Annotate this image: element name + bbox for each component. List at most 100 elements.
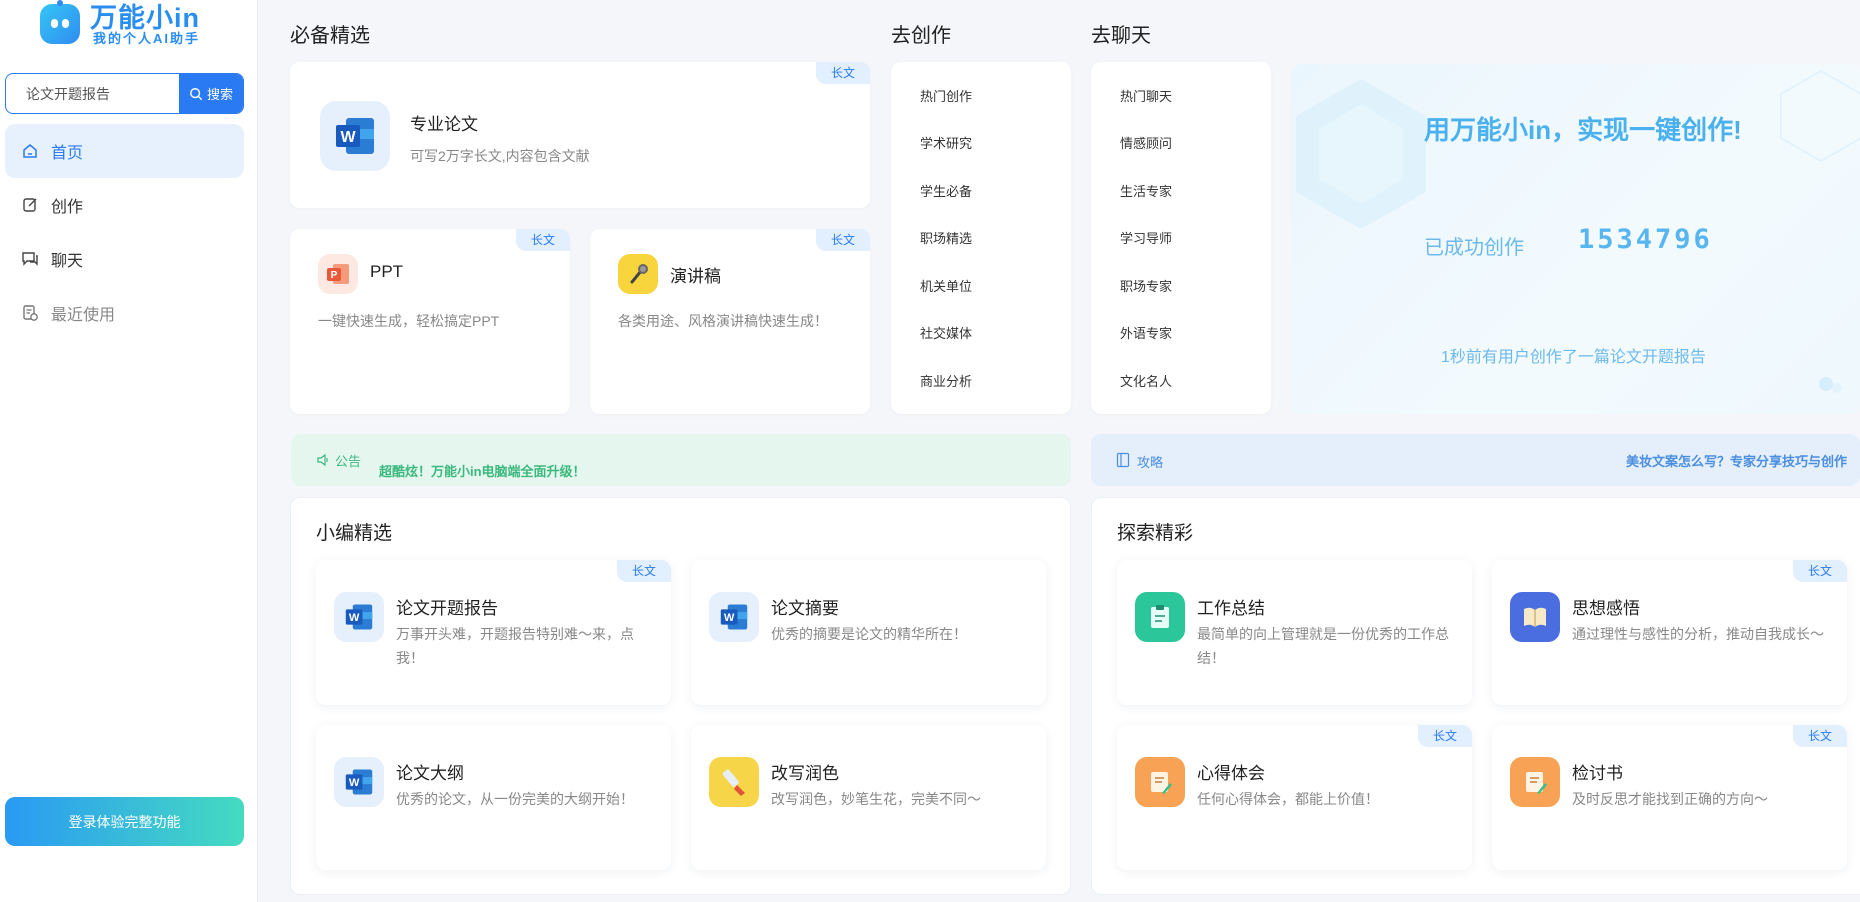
banner-count: 1534796 xyxy=(1578,224,1713,255)
card-desc: 一键快速生成，轻松搞定PPT xyxy=(318,313,500,329)
search-button-label: 搜索 xyxy=(206,87,233,102)
create-category-item[interactable]: 学生必备 xyxy=(920,181,972,200)
sidebar-item-label: 创作 xyxy=(51,199,84,216)
long-tag: 长文 xyxy=(1793,725,1847,747)
create-category-item[interactable]: 机关单位 xyxy=(920,276,972,295)
thesis-card[interactable]: 长文 W 专业论文 可写2万字长文,内容包含文献 xyxy=(290,62,870,208)
long-tag: 长文 xyxy=(617,560,671,582)
strategy-bar[interactable]: 攻略 美妆文案怎么写？专家分享技巧与创作 xyxy=(1091,434,1860,486)
section-title-create: 去创作 xyxy=(891,25,951,47)
card-title: 演讲稿 xyxy=(670,267,721,286)
edit-icon xyxy=(21,195,41,215)
svg-text:W: W xyxy=(349,777,360,789)
word-icon: W xyxy=(709,592,759,642)
svg-text:W: W xyxy=(349,612,360,624)
create-category-item[interactable]: 社交媒体 xyxy=(920,323,972,342)
notes-icon xyxy=(1135,757,1185,807)
app-logo[interactable]: 万能小in 我的个人AI助手 xyxy=(40,0,240,48)
chat-category-item[interactable]: 情感顾问 xyxy=(1120,133,1172,152)
card-title: 心得体会 xyxy=(1197,764,1265,783)
section-title-editor-picks: 小编精选 xyxy=(316,523,393,544)
long-tag: 长文 xyxy=(1793,560,1847,582)
sidebar-item-label: 最近使用 xyxy=(51,307,116,324)
create-category-item[interactable]: 职场精选 xyxy=(920,228,972,247)
svg-text:W: W xyxy=(340,129,356,146)
sidebar-item-chat[interactable]: 聊天 xyxy=(5,232,244,286)
login-button[interactable]: 登录体验完整功能 xyxy=(5,797,244,846)
section-title-essentials: 必备精选 xyxy=(290,25,370,47)
svg-text:W: W xyxy=(724,612,735,624)
logo-title: 万能小in xyxy=(90,3,200,33)
sidebar-item-label: 聊天 xyxy=(51,253,84,270)
sidebar-nav: 首页 创作 聊天 最近使用 xyxy=(5,124,244,340)
chat-category-item[interactable]: 职场专家 xyxy=(1120,276,1172,295)
long-tag: 长文 xyxy=(816,62,870,84)
explore-card[interactable]: 长文 检讨书 及时反思才能找到正确的方向～ xyxy=(1492,725,1847,870)
search-input[interactable] xyxy=(6,74,178,113)
book-icon xyxy=(1116,452,1130,468)
editor-pick-card[interactable]: 改写润色 改写润色，妙笔生花，完美不同～ xyxy=(691,725,1046,870)
strategy-label: 攻略 xyxy=(1137,455,1164,470)
card-title: 论文摘要 xyxy=(771,599,839,618)
sidebar-item-recent[interactable]: 最近使用 xyxy=(5,286,244,340)
ppt-card[interactable]: 长文 P PPT 一键快速生成，轻松搞定PPT xyxy=(290,229,570,414)
home-icon xyxy=(21,141,41,161)
card-desc: 优秀的论文，从一份完美的大纲开始！ xyxy=(396,791,634,807)
promo-banner: 用万能小in，实现一键创作! 已成功创作 1534796 1秒前有用户创作了一篇… xyxy=(1291,64,1860,414)
card-title: 论文开题报告 xyxy=(396,599,498,618)
explore-panel: 探索精彩 工作总结 最简单的向上管理就是一份优秀的工作总结！ 长文 思想感悟 通… xyxy=(1091,497,1860,895)
banner-title: 用万能小in，实现一键创作! xyxy=(1424,115,1742,145)
card-desc: 任何心得体会，都能上价值！ xyxy=(1197,791,1379,807)
robot-logo-icon xyxy=(40,0,80,44)
explore-card[interactable]: 长文 思想感悟 通过理性与感性的分析，推动自我成长～ xyxy=(1492,560,1847,705)
explore-card[interactable]: 工作总结 最简单的向上管理就是一份优秀的工作总结！ xyxy=(1117,560,1472,705)
long-tag: 长文 xyxy=(1418,725,1472,747)
notes-icon xyxy=(1510,757,1560,807)
create-category-item[interactable]: 学术研究 xyxy=(920,133,972,152)
card-desc: 优秀的摘要是论文的精华所在！ xyxy=(771,626,967,642)
search-button[interactable]: 搜索 xyxy=(179,74,243,113)
card-desc: 改写润色，妙笔生花，完美不同～ xyxy=(771,791,981,807)
create-category-item[interactable]: 商业分析 xyxy=(920,371,972,390)
speaker-icon xyxy=(317,453,328,467)
card-title: 工作总结 xyxy=(1197,599,1265,618)
section-title-explore: 探索精彩 xyxy=(1117,523,1194,544)
editor-picks-panel: 小编精选 长文 W 论文开题报告 万事开头难，开题报告特别难～来，点我！ W 论… xyxy=(290,497,1071,895)
card-title: 改写润色 xyxy=(771,764,839,783)
card-desc: 万事开头难，开题报告特别难～来，点我！ xyxy=(396,626,634,666)
search-icon xyxy=(190,87,203,100)
sidebar-item-create[interactable]: 创作 xyxy=(5,178,244,232)
banner-count-label: 已成功创作 xyxy=(1424,237,1524,259)
chat-category-item[interactable]: 外语专家 xyxy=(1120,323,1172,342)
chat-icon xyxy=(21,249,41,269)
speech-card[interactable]: 长文 演讲稿 各类用途、风格演讲稿快速生成！ xyxy=(590,229,870,414)
editor-pick-card[interactable]: W 论文大纲 优秀的论文，从一份完美的大纲开始！ xyxy=(316,725,671,870)
hexagon-decoration-icon xyxy=(1780,69,1860,163)
card-desc: 及时反思才能找到正确的方向～ xyxy=(1572,791,1768,807)
chat-category-item[interactable]: 文化名人 xyxy=(1120,371,1172,390)
sidebar-item-home[interactable]: 首页 xyxy=(5,124,244,178)
strategy-text[interactable]: 美妆文案怎么写？专家分享技巧与创作 xyxy=(1626,451,1847,470)
long-tag: 长文 xyxy=(816,229,870,251)
search-box: 搜索 xyxy=(5,73,244,114)
clipboard-icon xyxy=(1135,592,1185,642)
card-desc: 最简单的向上管理就是一份优秀的工作总结！ xyxy=(1197,626,1449,666)
svg-text:P: P xyxy=(331,270,338,281)
hexagon-decoration-icon xyxy=(1296,79,1426,229)
chat-category-item[interactable]: 生活专家 xyxy=(1120,181,1172,200)
notice-text[interactable]: 超酷炫！万能小in电脑端全面升级！ xyxy=(379,461,586,480)
card-desc: 可写2万字长文,内容包含文献 xyxy=(410,148,590,164)
chat-category-item[interactable]: 学习导师 xyxy=(1120,228,1172,247)
card-desc: 通过理性与感性的分析，推动自我成长～ xyxy=(1572,626,1824,642)
word-icon: W xyxy=(334,592,384,642)
card-title: 思想感悟 xyxy=(1572,599,1640,618)
book-icon xyxy=(1510,592,1560,642)
explore-card[interactable]: 长文 心得体会 任何心得体会，都能上价值！ xyxy=(1117,725,1472,870)
create-category-item[interactable]: 热门创作 xyxy=(920,86,972,105)
card-title: 论文大纲 xyxy=(396,764,464,783)
chat-category-item[interactable]: 热门聊天 xyxy=(1120,86,1172,105)
card-title: 专业论文 xyxy=(410,115,478,134)
editor-pick-card[interactable]: W 论文摘要 优秀的摘要是论文的精华所在！ xyxy=(691,560,1046,705)
editor-pick-card[interactable]: 长文 W 论文开题报告 万事开头难，开题报告特别难～来，点我！ xyxy=(316,560,671,705)
notice-bar[interactable]: 公告 超酷炫！万能小in电脑端全面升级！ xyxy=(291,434,1071,486)
